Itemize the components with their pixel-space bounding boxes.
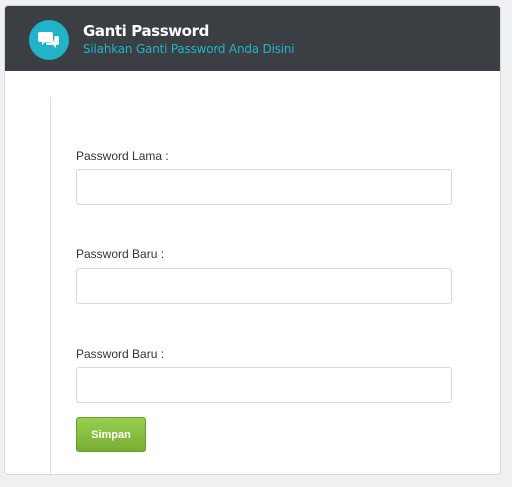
old-password-label: Password Lama : — [76, 149, 169, 163]
old-password-input[interactable] — [76, 169, 452, 205]
page-title: Ganti Password — [83, 22, 209, 40]
divider — [50, 97, 51, 474]
panel-body: Password Lama : Password Baru : Password… — [5, 71, 500, 474]
confirm-password-label: Password Baru : — [76, 347, 165, 361]
save-button[interactable]: Simpan — [76, 417, 146, 452]
change-password-panel: Ganti Password Silahkan Ganti Password A… — [4, 5, 501, 475]
panel-header: Ganti Password Silahkan Ganti Password A… — [5, 6, 500, 71]
new-password-label: Password Baru : — [76, 247, 165, 261]
page-subtitle: Silahkan Ganti Password Anda Disini — [83, 42, 295, 56]
new-password-input[interactable] — [76, 268, 452, 304]
chat-bubbles-icon — [29, 20, 69, 60]
confirm-password-input[interactable] — [76, 367, 452, 403]
